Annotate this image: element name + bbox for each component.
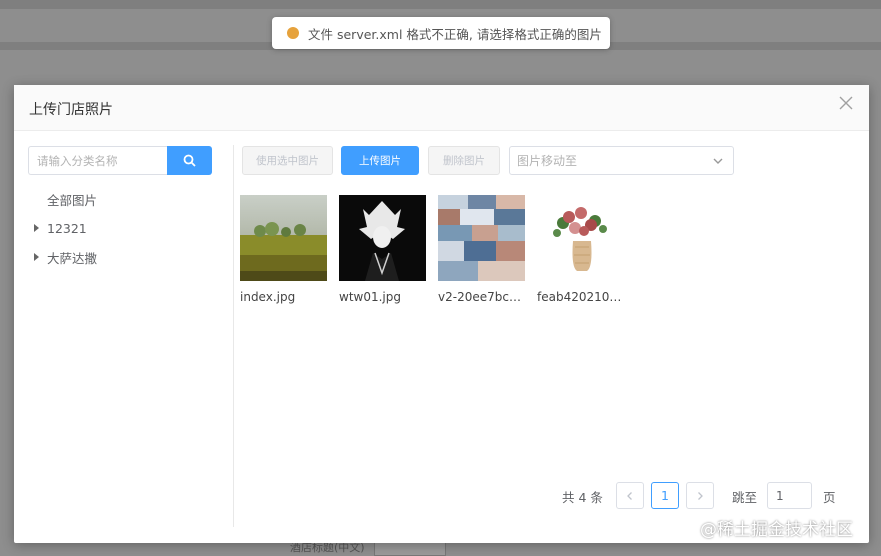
- jump-page-input[interactable]: [767, 482, 812, 509]
- tree-item-label: 12321: [47, 221, 87, 236]
- dialog-header: 上传门店照片: [14, 85, 869, 131]
- warning-toast: 文件 server.xml 格式不正确, 请选择格式正确的图片: [272, 17, 610, 49]
- tree-item-all[interactable]: 全部图片: [28, 185, 212, 214]
- image-thumbnail-character[interactable]: [339, 195, 426, 281]
- close-icon[interactable]: [837, 96, 855, 114]
- toast-message: 文件 server.xml 格式不正确, 请选择格式正确的图片: [308, 26, 602, 42]
- upload-dialog: 上传门店照片 全部图片 12321: [14, 85, 869, 543]
- caret-right-icon[interactable]: [34, 224, 39, 232]
- search-icon: [183, 154, 196, 167]
- category-tree: 全部图片 12321 大萨达撒: [28, 185, 212, 272]
- photo-collage-picture: [438, 195, 525, 281]
- jump-label: 跳至: [732, 490, 758, 505]
- pagination-total: 共 4 条: [562, 490, 603, 505]
- delete-image-button[interactable]: 删除图片: [428, 146, 500, 175]
- dialog-title: 上传门店照片: [29, 102, 113, 118]
- page-unit-label: 页: [823, 490, 836, 505]
- upload-image-button[interactable]: 上传图片: [341, 146, 419, 175]
- image-filename: feab4202109…: [537, 290, 627, 304]
- tree-item-12321[interactable]: 12321: [28, 214, 212, 243]
- image-filename: index.jpg: [240, 290, 296, 304]
- tree-item-label: 大萨达撒: [47, 251, 98, 266]
- image-thumbnail-landscape[interactable]: [240, 195, 327, 281]
- category-search: [28, 146, 212, 175]
- chevron-down-icon: [713, 158, 723, 164]
- flower-vase-picture: [537, 195, 624, 281]
- background-strip: [0, 0, 881, 9]
- move-to-select[interactable]: 图片移动至: [509, 146, 734, 175]
- category-search-input[interactable]: [28, 146, 167, 175]
- image-item[interactable]: index.jpg: [240, 195, 330, 304]
- close-icon-glyph: [839, 96, 853, 110]
- tree-item-dasadasa[interactable]: 大萨达撒: [28, 243, 212, 272]
- anime-character-picture: [339, 195, 426, 281]
- image-item[interactable]: v2-20ee7bc9…: [438, 195, 528, 304]
- next-page-button[interactable]: [686, 482, 714, 509]
- page-number-button[interactable]: 1: [651, 482, 679, 509]
- search-button[interactable]: [167, 146, 212, 175]
- landscape-picture: [240, 195, 327, 281]
- image-filename: v2-20ee7bc9…: [438, 290, 528, 304]
- use-selected-button[interactable]: 使用选中图片: [242, 146, 333, 175]
- image-item[interactable]: feab4202109…: [537, 195, 627, 304]
- prev-page-button[interactable]: [616, 482, 644, 509]
- caret-right-icon[interactable]: [34, 253, 39, 261]
- image-thumbnail-flowers[interactable]: [537, 195, 624, 281]
- move-to-placeholder: 图片移动至: [517, 154, 578, 168]
- panel-divider: [233, 145, 234, 527]
- tree-item-label: 全部图片: [47, 193, 98, 208]
- watermark-text: @稀土掘金技术社区: [700, 520, 853, 540]
- image-item[interactable]: wtw01.jpg: [339, 195, 429, 304]
- category-sidebar: 全部图片 12321 大萨达撒: [28, 146, 212, 272]
- image-thumbnail-collage[interactable]: [438, 195, 525, 281]
- warning-icon: [287, 27, 299, 39]
- chevron-right-icon: [698, 491, 703, 500]
- chevron-left-icon: [627, 491, 632, 500]
- image-filename: wtw01.jpg: [339, 290, 401, 304]
